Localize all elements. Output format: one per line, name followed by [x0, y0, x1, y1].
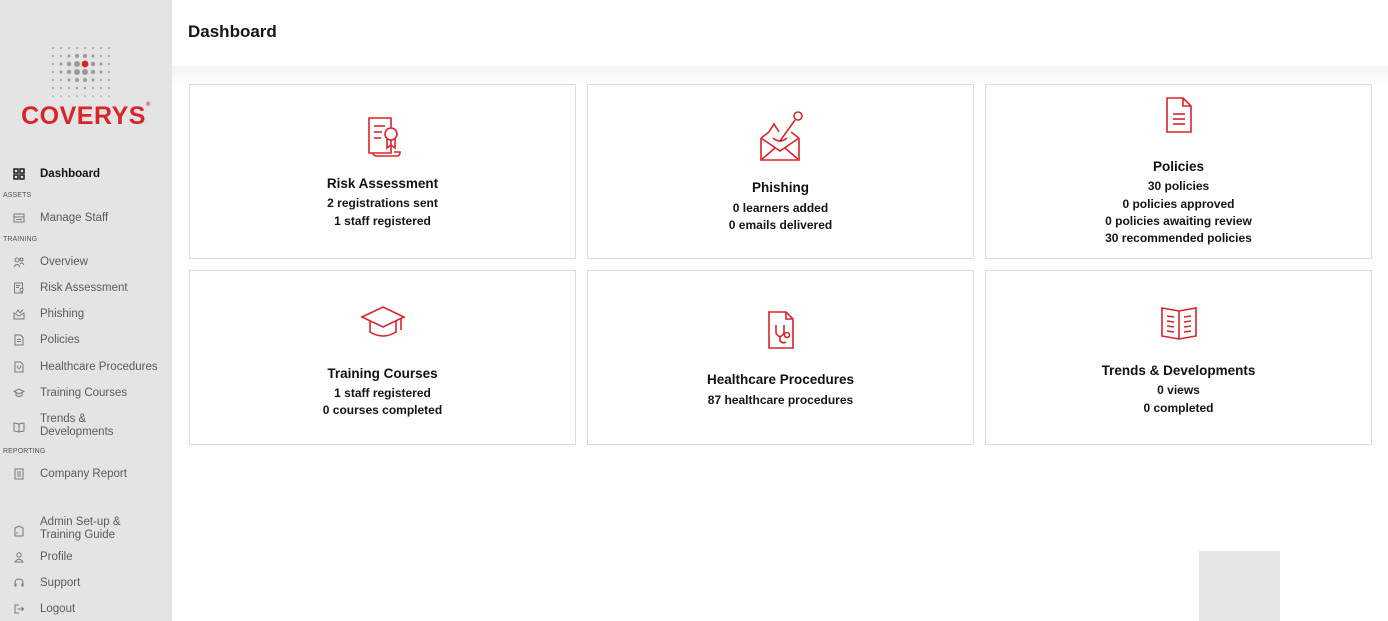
open-book-icon	[1160, 307, 1197, 340]
sidebar-item-training-courses[interactable]: Training Courses	[0, 385, 172, 401]
sidebar-item-label: Profile	[40, 550, 73, 563]
card-title: Phishing	[752, 180, 809, 195]
logo-dot-grid-icon	[52, 47, 110, 97]
document-icon	[12, 333, 26, 347]
guide-book-icon	[12, 524, 26, 538]
sidebar-item-phishing[interactable]: Phishing	[0, 306, 172, 322]
sidebar-item-label: Support	[40, 576, 81, 589]
sidebar-item-company-report[interactable]: Company Report	[0, 466, 172, 482]
sidebar-item-label: Training Courses	[40, 386, 128, 399]
certificate-icon	[12, 281, 26, 295]
floating-placeholder-box	[1199, 551, 1280, 621]
sidebar-item-policies[interactable]: Policies	[0, 332, 172, 348]
section-label-assets: ASSETS	[3, 192, 32, 199]
card-title: Risk Assessment	[326, 176, 439, 191]
sidebar-item-trends-developments[interactable]: Trends & Developments	[0, 412, 172, 440]
card-stat: 30 recommended policies	[1105, 231, 1252, 245]
sidebar-item-logout[interactable]: Logout	[0, 601, 172, 617]
graduation-cap-icon	[12, 386, 26, 400]
card-stat: 0 policies awaiting review	[1105, 214, 1252, 228]
sidebar-item-label-line1: Trends &	[40, 413, 87, 425]
users-icon	[12, 255, 26, 269]
card-phishing[interactable]: Phishing 0 learners added 0 emails deliv…	[587, 84, 974, 259]
card-title: Policies	[1152, 159, 1205, 174]
phishing-envelope-icon	[12, 307, 26, 321]
sidebar-item-dashboard[interactable]: Dashboard	[0, 166, 172, 182]
sidebar-item-profile[interactable]: Profile	[0, 549, 172, 565]
card-stat: 30 policies	[1147, 179, 1210, 193]
sidebar-item-label: Risk Assessment	[40, 281, 128, 294]
headset-icon	[12, 576, 26, 590]
card-title: Trends & Developments	[1101, 363, 1256, 378]
card-stat: 1 staff registered	[334, 386, 431, 400]
sidebar-item-manage-staff[interactable]: Manage Staff	[0, 210, 172, 226]
sidebar-item-label: Policies	[40, 333, 80, 346]
card-policies[interactable]: Policies 30 policies 0 policies approved…	[985, 84, 1372, 259]
sidebar-item-healthcare-procedures[interactable]: Healthcare Procedures	[0, 359, 172, 375]
sidebar-item-label: Dashboard	[40, 167, 101, 180]
stethoscope-document-icon	[12, 360, 26, 374]
app-root: COVERYS® Dashboard ASSETS Manage Staff T…	[0, 0, 1388, 621]
sidebar-item-risk-assessment[interactable]: Risk Assessment	[0, 280, 172, 296]
card-stat: 1 staff registered	[334, 214, 431, 228]
card-training-courses[interactable]: Training Courses 1 staff registered 0 co…	[189, 270, 576, 445]
sidebar-item-label-line2: Training Guide	[40, 529, 116, 541]
phishing-envelope-icon	[759, 111, 803, 161]
sidebar-item-support[interactable]: Support	[0, 575, 172, 591]
grid-icon	[12, 167, 26, 181]
card-stat: 0 emails delivered	[728, 218, 833, 232]
page-title: Dashboard	[188, 22, 277, 41]
card-stat: 2 registrations sent	[327, 196, 438, 210]
section-label-reporting: REPORTING	[3, 448, 46, 455]
report-icon	[12, 467, 26, 481]
sidebar-item-label: Logout	[40, 602, 76, 615]
card-trends-developments[interactable]: Trends & Developments 0 views 0 complete…	[985, 270, 1372, 445]
card-stat: 87 healthcare procedures	[707, 393, 854, 407]
card-stat: 0 completed	[1143, 401, 1214, 415]
sidebar-item-label-line2: Developments	[40, 426, 114, 438]
coverys-logo[interactable]: COVERYS®	[0, 40, 172, 135]
card-risk-assessment[interactable]: Risk Assessment 2 registrations sent 1 s…	[189, 84, 576, 259]
card-stat: 0 policies approved	[1122, 197, 1235, 211]
document-icon	[1165, 97, 1192, 133]
sidebar-item-admin-setup[interactable]: Admin Set-up & Training Guide	[0, 515, 172, 543]
card-stat: 0 learners added	[732, 201, 829, 215]
sidebar-item-label: Phishing	[40, 307, 85, 320]
certificate-icon	[367, 117, 401, 157]
sidebar-item-label-line1: Admin Set-up &	[40, 516, 121, 528]
open-book-icon	[12, 420, 26, 434]
sidebar: COVERYS® Dashboard ASSETS Manage Staff T…	[0, 0, 172, 621]
id-card-icon	[12, 211, 26, 225]
stethoscope-document-icon	[767, 311, 794, 349]
sidebar-item-label: Company Report	[40, 467, 127, 480]
sidebar-item-label: Overview	[40, 255, 88, 268]
sidebar-item-label: Manage Staff	[40, 211, 109, 224]
card-stat: 0 courses completed	[322, 403, 443, 417]
card-healthcare-procedures[interactable]: Healthcare Procedures 87 healthcare proc…	[587, 270, 974, 445]
card-stat: 0 views	[1157, 383, 1200, 397]
logout-icon	[12, 602, 26, 616]
sidebar-item-overview[interactable]: Overview	[0, 254, 172, 270]
page-header: Dashboard	[172, 0, 1388, 66]
card-title: Training Courses	[327, 366, 438, 381]
logo-wordmark: COVERYS®	[21, 102, 151, 130]
section-label-training: TRAINING	[3, 236, 38, 243]
user-icon	[12, 550, 26, 564]
graduation-cap-icon	[359, 306, 406, 337]
card-title: Healthcare Procedures	[706, 372, 855, 387]
sidebar-item-label: Healthcare Procedures	[40, 360, 158, 373]
